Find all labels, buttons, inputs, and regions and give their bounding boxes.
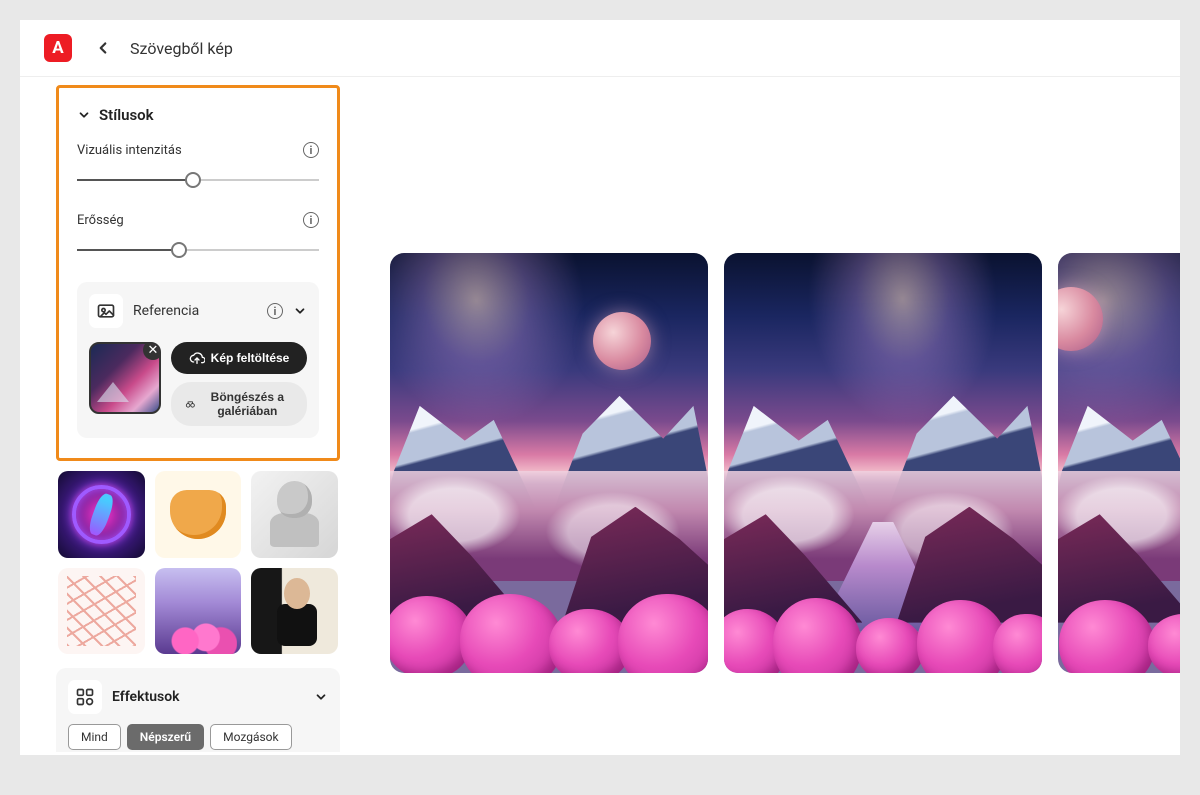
effects-panel: Effektusok MindNépszerűMozgásokTémákTech… bbox=[56, 668, 340, 752]
style-tile[interactable] bbox=[58, 568, 145, 655]
style-tile[interactable] bbox=[155, 568, 242, 655]
results-area bbox=[360, 77, 1180, 752]
effects-label: Effektusok bbox=[112, 689, 304, 705]
info-icon[interactable]: i bbox=[303, 212, 319, 228]
chevron-down-icon bbox=[77, 108, 91, 122]
browse-gallery-label: Böngészés a galériában bbox=[202, 390, 293, 418]
upload-cloud-icon bbox=[189, 350, 205, 366]
reference-label: Referencia bbox=[133, 303, 257, 319]
style-tile[interactable] bbox=[251, 471, 338, 558]
adobe-logo-icon: A bbox=[44, 34, 72, 62]
generated-gallery bbox=[390, 253, 1180, 673]
browse-gallery-button[interactable]: Böngészés a galériában bbox=[171, 382, 307, 426]
info-icon[interactable]: i bbox=[267, 303, 283, 319]
strength-slider[interactable] bbox=[77, 240, 319, 260]
effects-chip-row: MindNépszerűMozgásokTémákTechnikákEffekt… bbox=[68, 724, 328, 752]
effects-toggle[interactable]: Effektusok bbox=[68, 680, 328, 714]
style-tile[interactable] bbox=[251, 568, 338, 655]
style-presets-grid bbox=[56, 471, 340, 654]
effects-chip[interactable]: Mozgások bbox=[210, 724, 291, 750]
strength-label: Erősség bbox=[77, 213, 124, 228]
info-icon[interactable]: i bbox=[303, 142, 319, 158]
reference-panel: Referencia i ✕ bbox=[77, 282, 319, 438]
binoculars-icon bbox=[185, 396, 196, 412]
generated-image[interactable] bbox=[724, 253, 1042, 673]
generated-image[interactable] bbox=[390, 253, 708, 673]
back-button[interactable] bbox=[94, 39, 112, 57]
effects-chip[interactable]: Népszerű bbox=[127, 724, 204, 750]
sidebar: Stílusok Vizuális intenzitás i Erősség i bbox=[20, 77, 360, 752]
styles-panel: Stílusok Vizuális intenzitás i Erősség i bbox=[56, 85, 340, 461]
styles-section-label: Stílusok bbox=[99, 106, 154, 124]
generated-image[interactable] bbox=[1058, 253, 1180, 673]
visual-intensity-slider[interactable] bbox=[77, 170, 319, 190]
chevron-down-icon bbox=[314, 690, 328, 704]
upload-image-label: Kép feltöltése bbox=[211, 351, 290, 365]
page-title: Szövegből kép bbox=[130, 39, 233, 58]
chevron-down-icon[interactable] bbox=[293, 304, 307, 318]
app-header: A Szövegből kép bbox=[20, 20, 1180, 77]
style-tile[interactable] bbox=[58, 471, 145, 558]
styles-section-toggle[interactable]: Stílusok bbox=[77, 106, 319, 124]
effects-chip[interactable]: Mind bbox=[68, 724, 121, 750]
visual-intensity-label: Vizuális intenzitás bbox=[77, 143, 182, 158]
upload-image-button[interactable]: Kép feltöltése bbox=[171, 342, 307, 374]
reference-icon bbox=[89, 294, 123, 328]
reference-thumbnail[interactable]: ✕ bbox=[89, 342, 161, 414]
remove-reference-button[interactable]: ✕ bbox=[143, 342, 161, 360]
effects-icon bbox=[68, 680, 102, 714]
style-tile[interactable] bbox=[155, 471, 242, 558]
